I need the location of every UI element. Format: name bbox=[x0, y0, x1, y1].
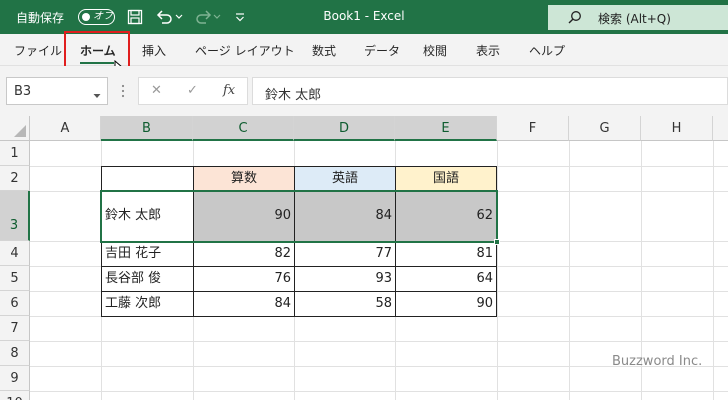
column-header-g[interactable]: G bbox=[569, 116, 641, 141]
row-header-3[interactable]: 3 bbox=[0, 191, 30, 241]
cell-c4[interactable]: 82 bbox=[193, 241, 295, 267]
tab-help[interactable]: ヘルプ bbox=[529, 42, 565, 59]
column-header-a[interactable]: A bbox=[30, 116, 101, 141]
row-header-6[interactable]: 6 bbox=[0, 291, 30, 316]
cancel-icon[interactable]: ✕ bbox=[151, 83, 162, 98]
search-icon bbox=[568, 10, 582, 28]
resize-handle-icon[interactable] bbox=[121, 84, 125, 102]
fill-handle[interactable] bbox=[494, 239, 500, 245]
cell-d4[interactable]: 77 bbox=[294, 241, 396, 267]
insert-function-icon[interactable]: fx bbox=[223, 83, 235, 98]
cell-e5[interactable]: 64 bbox=[395, 266, 497, 292]
gridline bbox=[713, 141, 714, 400]
tab-insert[interactable]: 挿入 bbox=[142, 42, 166, 59]
column-header-d[interactable]: D bbox=[294, 116, 395, 141]
name-box[interactable]: B3 bbox=[6, 77, 108, 105]
row-header-9[interactable]: 9 bbox=[0, 366, 30, 391]
row-header-10[interactable]: 10 bbox=[0, 391, 30, 400]
cell-e6[interactable]: 90 bbox=[395, 291, 497, 317]
cell-e4[interactable]: 81 bbox=[395, 241, 497, 267]
select-all-triangle bbox=[14, 125, 26, 137]
cell-d2[interactable]: 英語 bbox=[294, 166, 396, 192]
cell-b4[interactable]: 吉田 花子 bbox=[101, 241, 194, 267]
cell-b6[interactable]: 工藤 次郎 bbox=[101, 291, 194, 317]
column-header-e[interactable]: E bbox=[395, 116, 497, 141]
gridline bbox=[30, 341, 728, 342]
formula-buttons: ✕ ✓ fx bbox=[138, 77, 248, 105]
row-header-4[interactable]: 4 bbox=[0, 241, 30, 266]
cell-b5[interactable]: 長谷部 俊 bbox=[101, 266, 194, 292]
formula-bar: B3 ✕ ✓ fx 鈴木 太郎 bbox=[0, 66, 728, 116]
search-box[interactable]: 検索 (Alt+Q) bbox=[548, 5, 728, 30]
chevron-down-icon[interactable] bbox=[93, 88, 101, 103]
title-bar: 自動保存 オフ Book1 - Excel 検索 (Alt+Q) bbox=[0, 0, 728, 34]
tab-file[interactable]: ファイル bbox=[14, 42, 62, 59]
selection-outline bbox=[100, 190, 498, 243]
cell-e2[interactable]: 国語 bbox=[395, 166, 497, 192]
column-header-overflow bbox=[713, 116, 728, 141]
formula-input[interactable]: 鈴木 太郎 bbox=[252, 77, 728, 105]
search-label: 検索 (Alt+Q) bbox=[598, 12, 671, 26]
cell-c6[interactable]: 84 bbox=[193, 291, 295, 317]
gridline bbox=[569, 141, 570, 400]
cell-d6[interactable]: 58 bbox=[294, 291, 396, 317]
tab-review[interactable]: 校閲 bbox=[423, 42, 447, 59]
row-header-2[interactable]: 2 bbox=[0, 166, 30, 191]
tab-page-layout[interactable]: ページ レイアウト bbox=[195, 42, 295, 59]
column-header-f[interactable]: F bbox=[497, 116, 569, 141]
select-all-corner[interactable] bbox=[0, 116, 30, 141]
row-header-1[interactable]: 1 bbox=[0, 141, 30, 166]
tab-view[interactable]: 表示 bbox=[476, 42, 500, 59]
enter-icon[interactable]: ✓ bbox=[187, 83, 198, 98]
gridline bbox=[30, 391, 728, 392]
tab-formulas[interactable]: 数式 bbox=[312, 42, 336, 59]
formula-value: 鈴木 太郎 bbox=[265, 88, 322, 103]
column-header-b[interactable]: B bbox=[101, 116, 193, 141]
watermark: Buzzword Inc. bbox=[612, 354, 703, 369]
tab-data[interactable]: データ bbox=[364, 42, 400, 59]
cell-d5[interactable]: 93 bbox=[294, 266, 396, 292]
cell-c2[interactable]: 算数 bbox=[193, 166, 295, 192]
gridline bbox=[497, 141, 498, 400]
column-header-c[interactable]: C bbox=[193, 116, 294, 141]
row-header-8[interactable]: 8 bbox=[0, 341, 30, 366]
row-header-5[interactable]: 5 bbox=[0, 266, 30, 291]
cell-c5[interactable]: 76 bbox=[193, 266, 295, 292]
cell-b2[interactable] bbox=[101, 166, 194, 192]
row-header-7[interactable]: 7 bbox=[0, 316, 30, 341]
column-header-h[interactable]: H bbox=[641, 116, 713, 141]
name-box-value: B3 bbox=[14, 84, 32, 99]
